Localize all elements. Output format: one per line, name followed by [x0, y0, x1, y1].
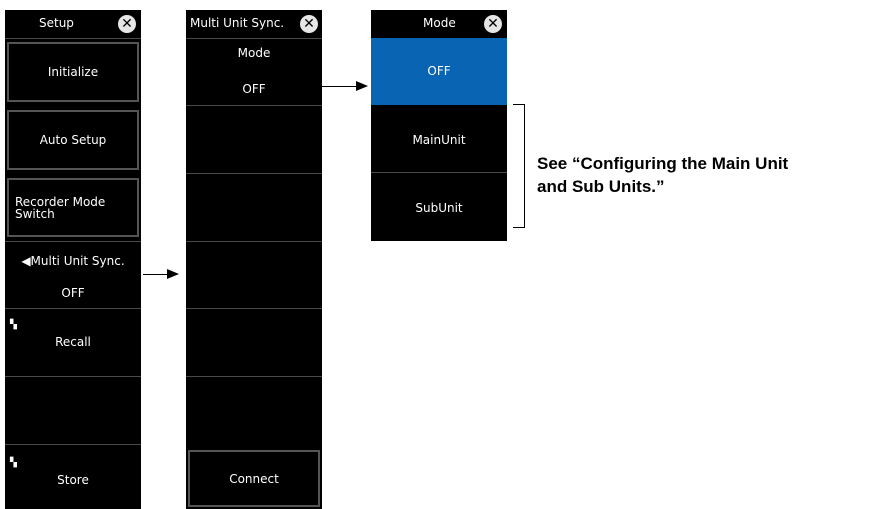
initialize-label: Initialize: [47, 65, 99, 79]
empty-slot: [5, 377, 141, 445]
multi-unit-sync-menu-title: Multi Unit Sync.: [190, 16, 285, 30]
reference-note-line2: and Sub Units.”: [537, 177, 665, 196]
flow-arrow-line: [143, 274, 169, 275]
connect-label: Connect: [229, 471, 279, 486]
mode-option-subunit-label: SubUnit: [415, 201, 463, 215]
close-icon[interactable]: ✕: [118, 15, 136, 33]
initialize-frame: Initialize: [7, 42, 139, 102]
mode-menu-title: Mode: [423, 16, 456, 30]
recorder-mode-label-line2: Switch: [15, 206, 55, 221]
empty-slot: [186, 309, 322, 377]
reference-note-line1: See “Configuring the Main Unit: [537, 154, 789, 173]
flow-arrow-head: [356, 81, 368, 91]
auto-setup-button[interactable]: Auto Setup: [5, 106, 141, 174]
auto-setup-frame: Auto Setup: [7, 110, 139, 170]
mode-menu-header: Mode ✕: [371, 10, 507, 39]
mode-option-subunit[interactable]: SubUnit: [371, 173, 507, 241]
recorder-mode-frame: Recorder Mode Switch: [7, 178, 139, 237]
setup-menu: Setup ✕ Initialize Auto Setup Recorder M…: [5, 10, 141, 509]
file-menu-icon: ▚: [10, 458, 17, 468]
multi-unit-sync-value: OFF: [61, 286, 85, 300]
recorder-mode-switch-button[interactable]: Recorder Mode Switch: [5, 174, 141, 242]
multi-unit-sync-label: ◀Multi Unit Sync.: [21, 254, 125, 268]
flow-arrow-head: [167, 269, 179, 279]
recorder-mode-label-line1: Recorder Mode: [15, 194, 106, 209]
store-button[interactable]: ▚ Store: [5, 445, 141, 509]
close-icon[interactable]: ✕: [300, 15, 318, 33]
mode-option-mainunit[interactable]: MainUnit: [371, 105, 507, 173]
auto-setup-label: Auto Setup: [39, 133, 107, 147]
recall-label: Recall: [55, 335, 91, 349]
connect-frame: Connect: [188, 450, 320, 507]
empty-slot: [186, 377, 322, 445]
mode-option-mainunit-label: MainUnit: [412, 133, 466, 147]
mode-option-off-label: OFF: [427, 64, 451, 78]
store-label: Store: [57, 473, 89, 487]
reference-note: See “Configuring the Main Unit and Sub U…: [537, 152, 788, 198]
mode-button[interactable]: Mode OFF: [186, 38, 322, 106]
initialize-button[interactable]: Initialize: [5, 38, 141, 106]
multi-unit-sync-menu-header: Multi Unit Sync. ✕: [186, 10, 322, 39]
file-menu-icon: ▚: [10, 320, 17, 330]
connect-button[interactable]: Connect: [186, 445, 322, 509]
mode-menu: Mode ✕ OFF MainUnit SubUnit: [371, 10, 507, 241]
reference-bracket: [513, 104, 525, 228]
empty-slot: [186, 106, 322, 174]
flow-arrow-line: [322, 86, 358, 87]
close-icon[interactable]: ✕: [484, 15, 502, 33]
empty-slot: [186, 174, 322, 242]
mode-label: Mode: [237, 46, 271, 60]
multi-unit-sync-menu: Multi Unit Sync. ✕ Mode OFF Connect: [186, 10, 322, 509]
multi-unit-sync-button[interactable]: ◀Multi Unit Sync. OFF: [5, 242, 141, 309]
setup-menu-header: Setup ✕: [5, 10, 141, 39]
setup-menu-title: Setup: [39, 16, 74, 30]
recall-button[interactable]: ▚ Recall: [5, 309, 141, 377]
mode-option-off[interactable]: OFF: [371, 38, 507, 105]
empty-slot: [186, 242, 322, 309]
mode-value: OFF: [242, 82, 266, 96]
